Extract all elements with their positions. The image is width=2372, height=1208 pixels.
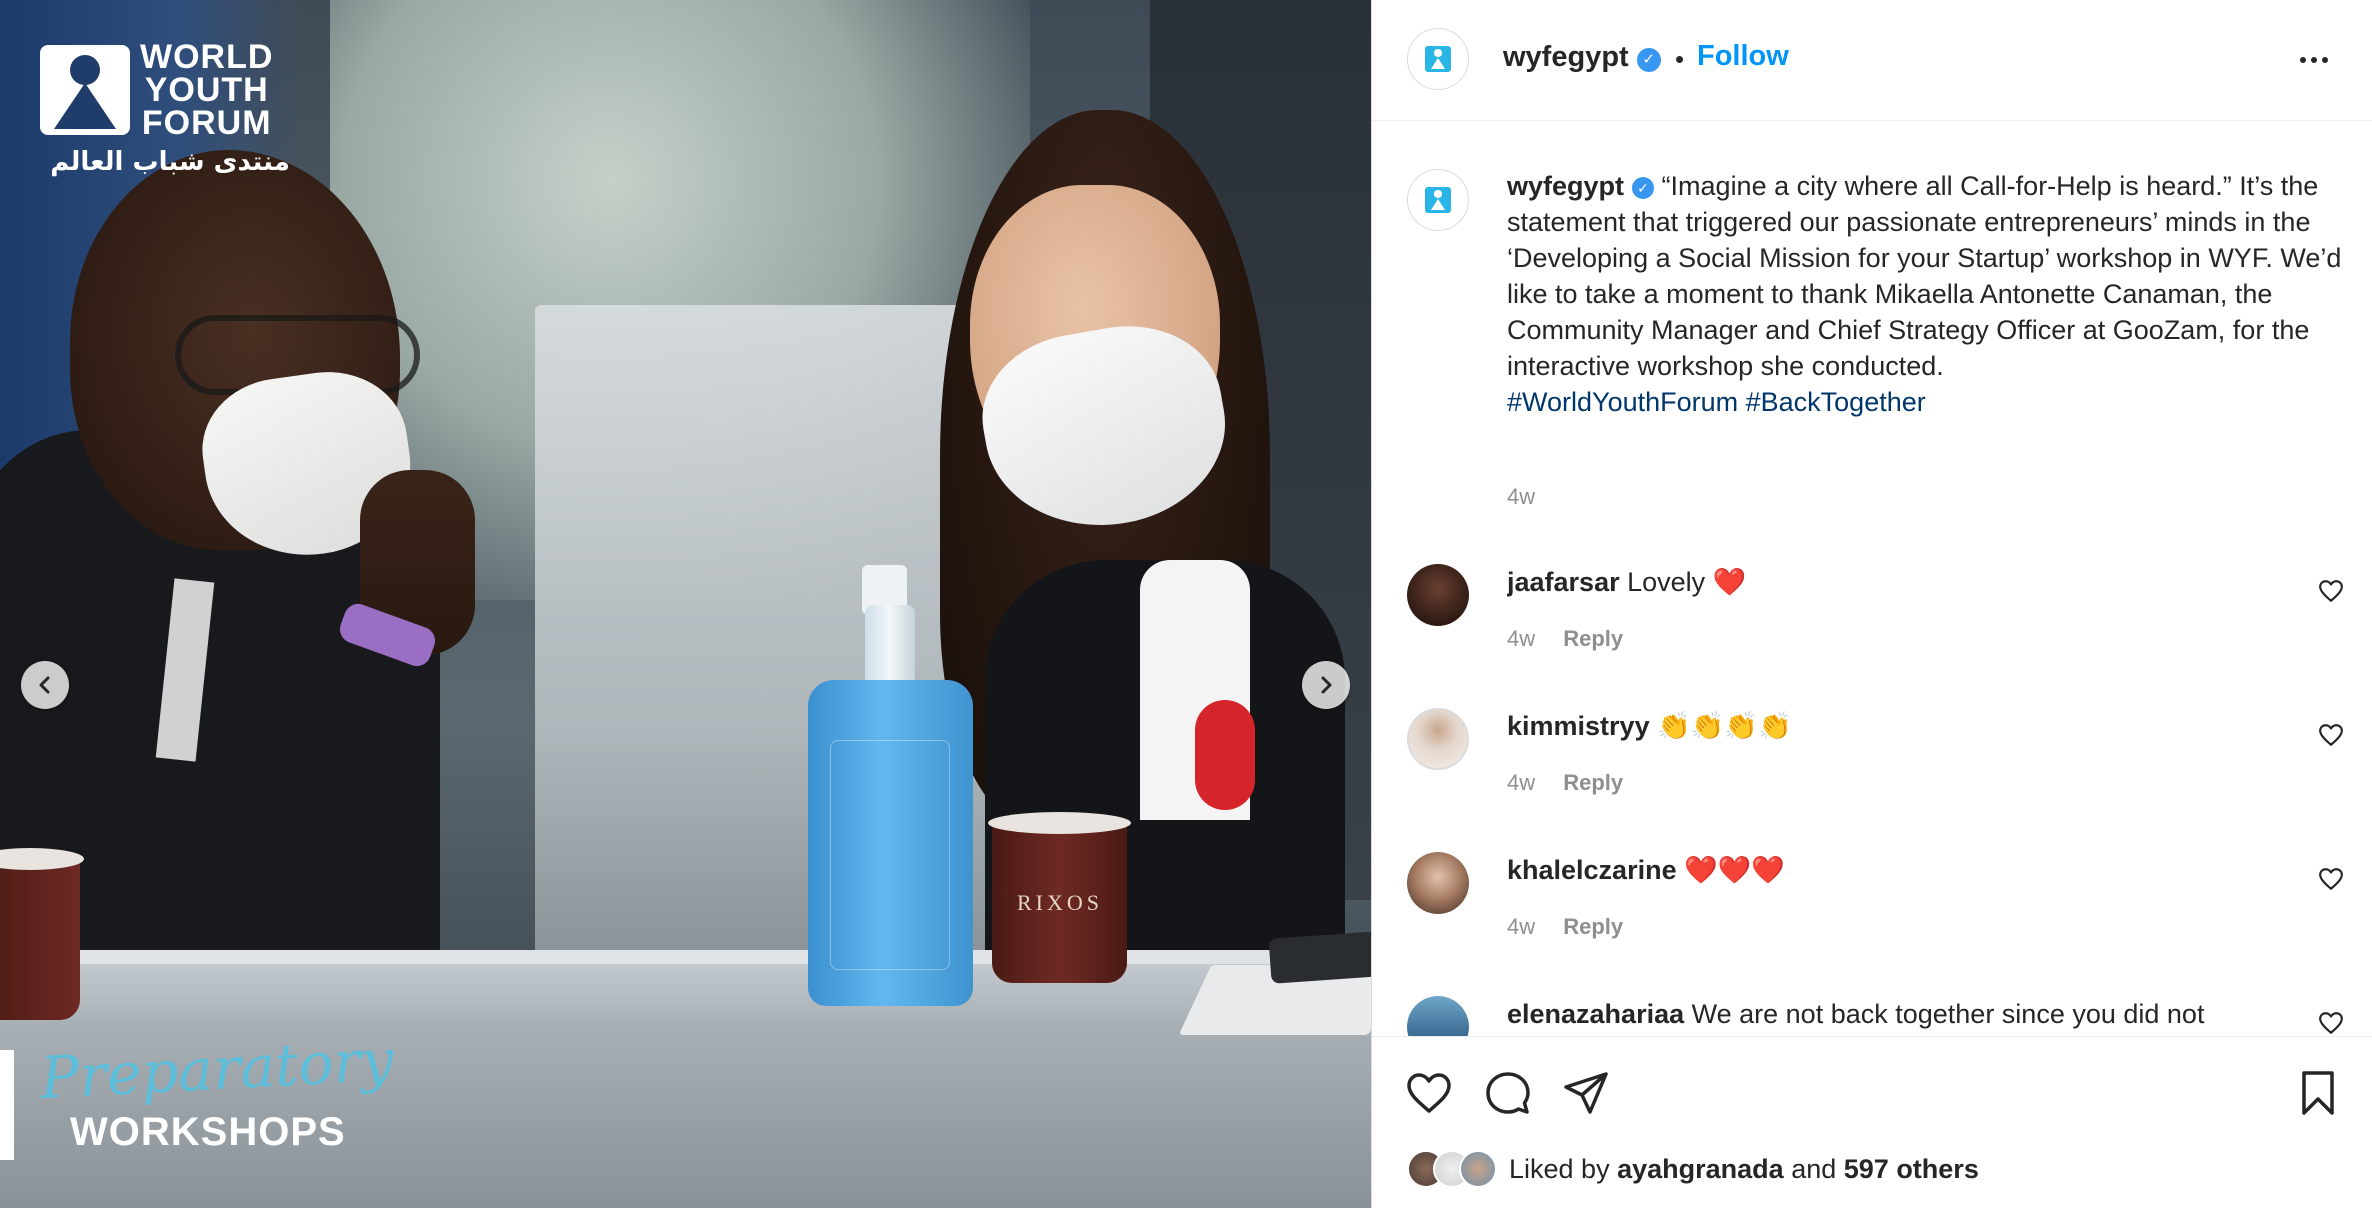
comment-time[interactable]: 4w <box>1507 770 1535 795</box>
chevron-right-icon <box>1321 676 1332 694</box>
comment-text: khalelczarine ❤️❤️❤️ <box>1507 852 2287 888</box>
heart-icon[interactable] <box>2318 866 2344 892</box>
heart-icon[interactable] <box>2318 722 2344 748</box>
commenter-avatar[interactable] <box>1407 708 1469 770</box>
like-heart-icon[interactable] <box>1405 1069 1453 1117</box>
sanitizer-label <box>830 740 950 970</box>
woman-shirt-print <box>1195 700 1255 810</box>
carousel-next-button[interactable] <box>1302 661 1350 709</box>
comment-time[interactable]: 4w <box>1507 626 1535 651</box>
reply-button[interactable]: Reply <box>1563 626 1623 651</box>
comment-meta: 4w Reply <box>1507 914 1623 940</box>
comment-item: kimmistryy 👏👏👏👏 4w Reply <box>1372 698 2372 828</box>
follow-button[interactable]: Follow <box>1697 40 1789 73</box>
caption-avatar[interactable] <box>1407 169 1469 231</box>
header-separator: • <box>1675 44 1685 74</box>
post-media[interactable]: RIXOS WORLD YOUTH FORUM منتدى شباب العال… <box>0 0 1371 1208</box>
chevron-left-icon <box>39 676 50 694</box>
comment-time[interactable]: 4w <box>1507 914 1535 939</box>
commenter-avatar[interactable] <box>1407 564 1469 626</box>
logo-mark-icon <box>40 45 130 135</box>
reply-button[interactable]: Reply <box>1563 914 1623 939</box>
likes-others[interactable]: 597 others <box>1844 1154 1979 1184</box>
comment-item: elenazahariaa We are not back together s… <box>1372 986 2372 1036</box>
share-send-icon[interactable] <box>1562 1069 1610 1117</box>
banner-title: WORKSHOPS <box>70 1110 346 1154</box>
heart-icon[interactable] <box>2318 578 2344 604</box>
liker-avatar[interactable] <box>1459 1150 1497 1188</box>
reply-button[interactable]: Reply <box>1563 770 1623 795</box>
comment-meta: 4w Reply <box>1507 626 1623 652</box>
world-youth-forum-logo: WORLD YOUTH FORUM منتدى شباب العالم <box>40 40 310 185</box>
commenter-username[interactable]: kimmistryy <box>1507 711 1650 741</box>
author-username[interactable]: wyfegypt ✓ <box>1503 41 1661 74</box>
cup-brand: RIXOS <box>1016 890 1103 915</box>
cup-rim <box>988 812 1131 834</box>
caption-timestamp[interactable]: 4w <box>1507 484 1535 510</box>
post-header: wyfegypt ✓ • Follow <box>1372 0 2372 121</box>
comment-bubble-icon[interactable] <box>1484 1069 1532 1117</box>
caption-username[interactable]: wyfegypt <box>1507 171 1624 201</box>
banner-accent-bar <box>0 1050 14 1160</box>
comment-text: kimmistryy 👏👏👏👏 <box>1507 708 2287 744</box>
verified-badge-icon: ✓ <box>1636 48 1661 72</box>
carousel-prev-button[interactable] <box>21 661 69 709</box>
comment-text: jaafarsar Lovely ❤️ <box>1507 564 2287 600</box>
cup-left <box>0 855 80 1020</box>
table-edge <box>0 950 1371 964</box>
bookmark-icon[interactable] <box>2294 1069 2342 1117</box>
commenter-avatar[interactable] <box>1407 996 1469 1036</box>
comments-section[interactable]: wyfegypt ✓ “Imagine a city where all Call… <box>1372 122 2372 1036</box>
more-dot-icon <box>2300 57 2306 63</box>
author-username-text[interactable]: wyfegypt <box>1503 41 1629 73</box>
comment-body: ❤️❤️❤️ <box>1684 855 1785 885</box>
commenter-username[interactable]: khalelczarine <box>1507 855 1677 885</box>
more-dot-icon <box>2311 57 2317 63</box>
post-actions: Liked by ayahgranada and 597 others <box>1372 1036 2372 1208</box>
logo-wordmark: WORLD YOUTH FORUM <box>140 38 274 142</box>
heart-icon[interactable] <box>2318 1010 2344 1036</box>
comment-body: We are not back together since you did n… <box>1691 999 2205 1029</box>
more-options-button[interactable] <box>2294 40 2334 80</box>
likes-user[interactable]: ayahgranada <box>1617 1154 1784 1184</box>
caption-text: “Imagine a city where all Call-for-Help … <box>1507 171 2342 381</box>
comment-body: 👏👏👏👏 <box>1657 711 1792 741</box>
comment-text: elenazahariaa We are not back together s… <box>1507 996 2287 1032</box>
likes-summary: Liked by ayahgranada and 597 others <box>1407 1147 1979 1191</box>
likes-prefix: Liked by <box>1509 1153 1610 1184</box>
likes-joiner: and <box>1791 1153 1837 1184</box>
verified-badge-icon: ✓ <box>1632 177 1655 199</box>
commenter-username[interactable]: jaafarsar <box>1507 567 1620 597</box>
author-avatar[interactable] <box>1407 28 1469 90</box>
post-sidebar: wyfegypt ✓ • Follow wyfegypt ✓ “Imagine a … <box>1371 0 2372 1208</box>
logo-line: WORLD <box>140 38 274 76</box>
caption-hashtags[interactable]: #WorldYouthForum #BackTogether <box>1507 384 2347 420</box>
commenter-avatar[interactable] <box>1407 852 1469 914</box>
commenter-username[interactable]: elenazahariaa <box>1507 999 1684 1029</box>
phone <box>1268 931 1371 984</box>
logo-line: YOUTH <box>144 71 269 109</box>
post-caption: wyfegypt ✓ “Imagine a city where all Call… <box>1507 168 2347 420</box>
comment-meta: 4w Reply <box>1507 770 1623 796</box>
comment-body: Lovely ❤️ <box>1627 567 1747 597</box>
likes-text: Liked by ayahgranada and 597 others <box>1509 1154 1979 1185</box>
comment-item: khalelczarine ❤️❤️❤️ 4w Reply <box>1372 842 2372 972</box>
logo-arabic: منتدى شباب العالم <box>50 147 290 177</box>
comment-item: jaafarsar Lovely ❤️ 4w Reply <box>1372 554 2372 684</box>
more-dot-icon <box>2322 57 2328 63</box>
logo-line: FORUM <box>141 104 272 142</box>
